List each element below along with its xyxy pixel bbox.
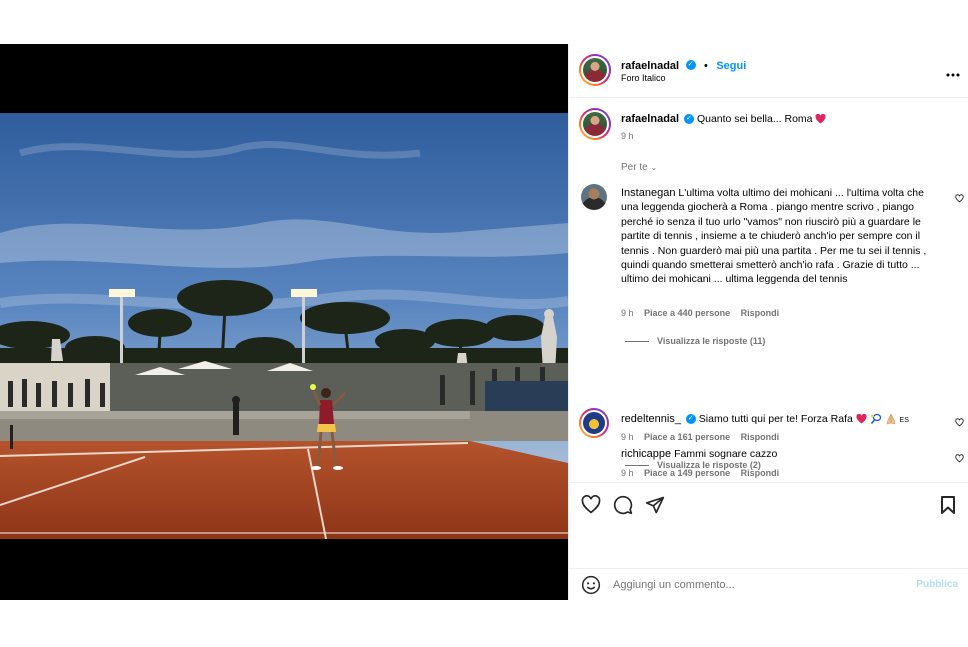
caption: rafaelnadal ✓ Quanto sei bella... Roma [621, 112, 826, 126]
more-options-icon[interactable] [946, 64, 960, 82]
caption-avatar[interactable] [579, 108, 611, 140]
post-side-panel: rafaelnadal ✓ • Segui Foro Italico rafae… [568, 44, 968, 600]
author-row: rafaelnadal ✓ • Segui [621, 56, 746, 74]
verified-badge-icon: ✓ [685, 414, 696, 425]
comment-time: 9 h [621, 308, 634, 318]
comment-text: Fammi sognare cazzo [674, 448, 778, 460]
folded-hands-emoji [886, 414, 895, 425]
post-media[interactable] [0, 44, 568, 600]
reply-button[interactable]: Rispondi [741, 468, 780, 478]
comment-meta: 9 h Piace a 161 persone Rispondi [621, 432, 779, 442]
commenter-avatar[interactable] [579, 408, 609, 438]
comment-text: Siamo tutti qui per te! Forza Rafa [698, 413, 853, 425]
author-avatar[interactable] [579, 54, 611, 86]
comment-icon[interactable] [613, 495, 633, 515]
location-link[interactable]: Foro Italico [621, 73, 666, 83]
red-heart-emoji [856, 414, 867, 424]
chevron-down-icon: ⌄ [650, 163, 658, 172]
add-comment-bar: Pubblica [569, 568, 968, 600]
comment-time: 9 h [621, 468, 634, 478]
comment-meta: 9 h Piace a 440 persone Rispondi [621, 308, 779, 318]
red-heart-emoji [815, 114, 826, 124]
post-header: rafaelnadal ✓ • Segui Foro Italico [569, 44, 968, 98]
instagram-post: rafaelnadal ✓ • Segui Foro Italico rafae… [0, 44, 968, 600]
post-photo [0, 113, 568, 539]
follow-button[interactable]: Segui [716, 60, 746, 72]
replies-line [625, 341, 649, 343]
comment-username[interactable]: redeltennis_ [621, 413, 681, 425]
reply-button[interactable]: Rispondi [741, 308, 780, 318]
author-username[interactable]: rafaelnadal [621, 60, 679, 72]
bookmark-icon[interactable] [940, 495, 956, 515]
comment-likes[interactable]: Piace a 440 persone [644, 308, 730, 318]
action-bar [569, 482, 968, 568]
verified-badge-icon: ✓ [685, 59, 696, 70]
like-comment-heart-icon[interactable] [955, 454, 964, 463]
filter-label: Per te [621, 162, 648, 173]
like-comment-heart-icon[interactable] [955, 194, 964, 203]
tennis-emoji [870, 414, 881, 425]
commenter-avatar[interactable] [581, 184, 607, 210]
comment-username[interactable]: Instanegan [621, 187, 675, 199]
view-replies-label: Visualizza le risposte (11) [657, 336, 766, 346]
comment: Instanegan L'ultima volta ultimo dei moh… [621, 186, 939, 287]
comment: redeltennis_ ✓ Siamo tutti qui per te! F… [621, 412, 909, 428]
emoji-icon[interactable] [581, 575, 601, 595]
reply-button[interactable]: Rispondi [741, 432, 780, 442]
like-comment-heart-icon[interactable] [955, 418, 964, 427]
comment-likes[interactable]: Piace a 161 persone [644, 432, 730, 442]
comment-time: 9 h [621, 432, 634, 442]
caption-username[interactable]: rafaelnadal [621, 113, 679, 125]
replies-line [625, 465, 649, 467]
like-heart-icon[interactable] [581, 495, 601, 514]
comment-filter[interactable]: Per te ⌄ [621, 162, 657, 173]
comments-list[interactable]: rafaelnadal ✓ Quanto sei bella... Roma 9… [569, 98, 968, 482]
comment: richicappe Fammi sognare cazzo [621, 447, 777, 461]
comment-input[interactable] [613, 576, 893, 594]
comment-likes[interactable]: Piace a 149 persone [644, 468, 730, 478]
comment-text: L'ultima volta ultimo dei mohicani ... l… [621, 187, 927, 286]
publish-button[interactable]: Pubblica [916, 579, 958, 590]
comment-meta: 9 h Piace a 149 persone Rispondi [621, 468, 779, 478]
caption-text: Quanto sei bella... Roma [696, 113, 813, 125]
comment-username[interactable]: richicappe [621, 448, 671, 460]
separator-dot: • [704, 60, 708, 72]
view-replies-button[interactable]: Visualizza le risposte (11) [625, 336, 765, 346]
verified-badge-icon: ✓ [684, 114, 695, 125]
caption-time: 9 h [621, 131, 634, 141]
share-icon[interactable] [645, 495, 665, 515]
emoji-suffix: ES [899, 417, 909, 424]
